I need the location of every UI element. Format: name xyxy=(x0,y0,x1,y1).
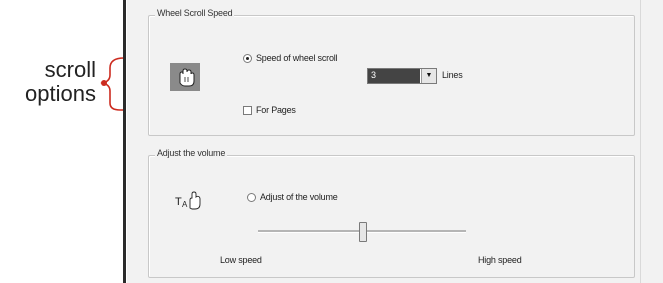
chevron-down-icon[interactable]: ▼ xyxy=(421,69,436,83)
hand-scroll-icon xyxy=(170,63,200,91)
svg-text:T: T xyxy=(175,196,182,208)
speed-of-wheel-scroll-label: Speed of wheel scroll xyxy=(256,53,338,63)
adjust-volume-checkbox[interactable] xyxy=(247,193,256,202)
adjust-volume-group-title: Adjust the volume xyxy=(155,148,228,158)
lines-select-text: 3 xyxy=(371,70,377,80)
svg-text:A: A xyxy=(182,200,188,209)
speed-of-wheel-scroll-radio[interactable] xyxy=(243,54,252,63)
radio-selected-dot xyxy=(246,57,249,60)
wheel-scroll-group-title: Wheel Scroll Speed xyxy=(155,8,235,18)
lines-select[interactable]: 3 ▼ xyxy=(367,68,437,84)
for-pages-checkbox[interactable] xyxy=(243,106,252,115)
low-speed-label: Low speed xyxy=(220,255,262,265)
callout-dot-left xyxy=(101,80,107,86)
volume-slider-thumb[interactable] xyxy=(359,222,367,242)
lines-label: Lines xyxy=(442,70,463,80)
for-pages-label: For Pages xyxy=(256,105,296,115)
volume-hand-icon: T A xyxy=(175,188,205,212)
dialog-right-edge xyxy=(640,0,641,283)
lines-select-value: 3 xyxy=(368,69,420,83)
adjust-volume-label: Adjust of the volume xyxy=(260,192,338,202)
dialog-left-highlight xyxy=(126,0,127,283)
high-speed-label: High speed xyxy=(478,255,522,265)
